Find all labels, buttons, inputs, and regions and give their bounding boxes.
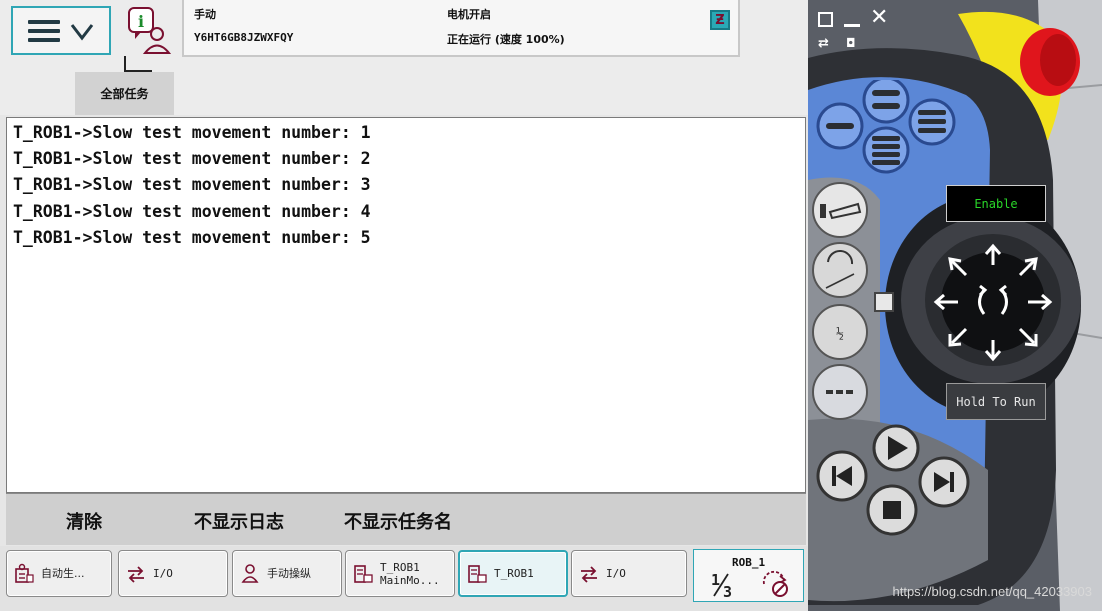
taskbar-item-label: T_ROB1 [494, 567, 534, 580]
minimize-window-icon[interactable] [844, 12, 860, 27]
restore-window-icon[interactable] [818, 12, 833, 27]
taskbar-item-program-editor-mainmodule[interactable]: T_ROB1 MainMo... [345, 550, 455, 597]
svg-text:i: i [138, 12, 144, 31]
unit-fraction-icon: 1 3 [711, 571, 732, 598]
joystick[interactable] [928, 240, 1058, 365]
hold-to-run-button[interactable]: Hold To Run [946, 383, 1046, 420]
task-log-window[interactable]: T_ROB1->Slow test movement number: 1 T_R… [6, 117, 806, 493]
svg-text:1: 1 [711, 571, 720, 589]
log-line: T_ROB1->Slow test movement number: 3 [13, 175, 371, 195]
watermark-text: https://blog.csdn.net/qq_42033903 [892, 584, 1093, 599]
program-editor-icon [468, 564, 487, 583]
svg-text:½: ½ [836, 327, 844, 342]
clear-button[interactable]: 清除 [66, 508, 102, 534]
main-menu-button[interactable] [11, 6, 111, 55]
unit-select-buttons[interactable]: ½ [808, 180, 878, 420]
tab-connector [124, 56, 152, 72]
joystick-lock-indicator [874, 292, 894, 312]
taskbar-item-label: I/O [606, 567, 626, 580]
svg-text:3: 3 [723, 583, 732, 598]
taskbar-item-io[interactable]: I/O [571, 550, 687, 597]
jogging-icon [241, 563, 259, 583]
controller-name: Y6HT6GB8JZWXFQY [194, 31, 294, 44]
taskbar-item-production[interactable]: 自动生... [6, 550, 112, 597]
log-line: T_ROB1->Slow test movement number: 4 [13, 201, 371, 221]
io-arrows-icon [128, 565, 144, 583]
hamburger-icon [28, 19, 60, 42]
camera-icon[interactable]: ◘ [846, 36, 856, 50]
production-icon [15, 563, 34, 583]
taskbar-item-program-editor[interactable]: T_ROB1 [458, 550, 568, 597]
programmable-keys[interactable] [808, 80, 988, 180]
quickset-icon[interactable]: Ƶ [710, 10, 730, 30]
taskbar-item-label-line1: T_ROB1 [380, 560, 420, 574]
taskbar-item-jogging[interactable]: 手动操纵 [232, 550, 342, 597]
taskbar-item-label: 自动生... [41, 567, 85, 580]
program-control-buttons[interactable] [808, 420, 988, 550]
status-bar[interactable]: 手动 Y6HT6GB8JZWXFQY 电机开启 正在运行 (速度 100%) Ƶ [182, 0, 740, 57]
robot-name: ROB_1 [732, 556, 766, 569]
log-line: T_ROB1->Slow test movement number: 2 [13, 149, 371, 169]
pendant-hardware-panel: ✕ ⇄ ◘ ½ Enable Hold To Run https://blog.… [808, 0, 1102, 611]
taskbar-item-label-line2: MainMo... [380, 573, 440, 587]
motor-state: 电机开启 [447, 8, 491, 21]
operating-mode: 手动 [194, 8, 216, 21]
taskbar-item-io[interactable]: I/O [118, 550, 228, 597]
log-line: T_ROB1->Slow test movement number: 5 [13, 227, 371, 247]
taskbar-item-label: 手动操纵 [267, 567, 311, 580]
run-state: 正在运行 (速度 100%) [447, 33, 565, 46]
taskbar-item-label: I/O [153, 567, 173, 580]
flexpendant-screen: i 手动 Y6HT6GB8JZWXFQY 电机开启 正在运行 (速度 100%)… [0, 0, 808, 611]
hide-log-button[interactable]: 不显示日志 [194, 508, 284, 534]
mechanical-unit-selector[interactable]: ROB_1 1 3 [693, 549, 804, 602]
taskbar: 自动生... I/O 手动操纵 T_ROB1 MainMo... T_ROB1 I… [0, 546, 808, 611]
tab-all-tasks[interactable]: 全部任务 [75, 72, 174, 115]
close-window-icon[interactable]: ✕ [870, 6, 888, 30]
hide-task-name-button[interactable]: 不显示任务名 [344, 508, 452, 534]
io-arrows-icon [581, 565, 597, 583]
program-editor-icon [354, 564, 373, 583]
top-bar: i 手动 Y6HT6GB8JZWXFQY 电机开启 正在运行 (速度 100%)… [0, 0, 808, 115]
incremental-off-icon [762, 570, 788, 597]
switch-view-icon[interactable]: ⇄ [818, 36, 829, 51]
chevron-down-icon [70, 23, 94, 40]
taskbar-item-label: T_ROB1 MainMo... [380, 561, 440, 587]
event-log-info-icon[interactable]: i [125, 6, 175, 56]
command-bar: 清除 不显示日志 不显示任务名 [6, 493, 806, 545]
enable-button[interactable]: Enable [946, 185, 1046, 222]
log-line: T_ROB1->Slow test movement number: 1 [13, 123, 371, 142]
